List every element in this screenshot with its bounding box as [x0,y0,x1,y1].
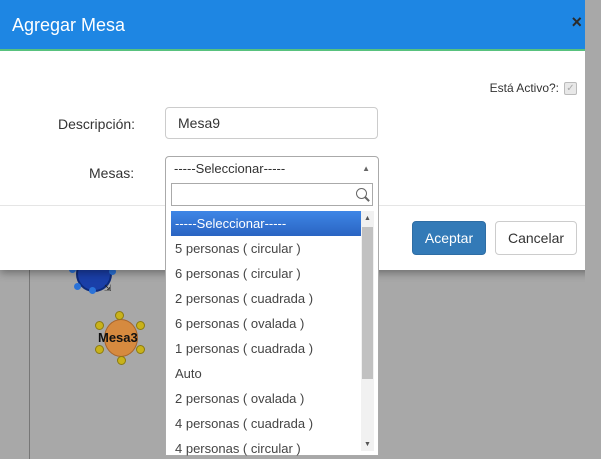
search-icon [356,188,367,199]
dropdown-options: -----Seleccionar----- 5 personas ( circu… [166,211,361,456]
chair-dot [115,311,124,320]
dropdown-option[interactable]: 6 personas ( ovalada ) [166,311,361,336]
dropdown-option[interactable]: Auto [166,361,361,386]
description-label: Descripción: [58,116,136,132]
active-checkbox[interactable]: ✓ [564,81,577,95]
chair-dot [95,345,104,354]
table-label: Mesa3 [98,330,138,345]
scrollbar-thumb[interactable] [362,227,373,379]
caret-up-icon: ▲ [362,164,370,173]
dropdown-option[interactable]: -----Seleccionar----- [171,211,361,236]
resize-handle-icon[interactable]: ⇲ [104,283,112,294]
dropdown-option[interactable]: 2 personas ( ovalada ) [166,386,361,411]
chair-dot [136,345,145,354]
scroll-up-icon[interactable]: ▲ [361,213,374,225]
modal-title: Agregar Mesa [12,15,126,35]
tables-dropdown: -----Seleccionar----- 5 personas ( circu… [165,180,379,456]
dropdown-option[interactable]: 2 personas ( cuadrada ) [166,286,361,311]
description-input[interactable]: Mesa9 [165,107,378,139]
dropdown-option[interactable]: 4 personas ( cuadrada ) [166,411,361,436]
select-value: -----Seleccionar----- [174,161,286,176]
dropdown-option[interactable]: 1 personas ( cuadrada ) [166,336,361,361]
dropdown-option[interactable]: 5 personas ( circular ) [166,236,361,261]
chair-dot [74,283,81,290]
chair-dot [95,321,104,330]
accept-button[interactable]: Aceptar [412,221,486,255]
dropdown-scrollbar[interactable]: ▲ ▼ [361,211,374,451]
description-value: Mesa9 [178,115,221,131]
modal-header: Agregar Mesa × [0,0,597,51]
tables-label: Mesas: [89,165,135,181]
cancel-button[interactable]: Cancelar [495,221,577,255]
scroll-down-icon[interactable]: ▼ [361,439,374,451]
tables-select[interactable]: -----Seleccionar----- ▲ [165,156,379,181]
page-edge [585,0,601,459]
dropdown-search-input[interactable] [171,183,373,206]
active-label: Está Activo?: [489,81,559,95]
close-icon[interactable]: × [571,12,582,33]
active-row: Está Activo?: ✓ [490,81,577,95]
canvas-divider [29,270,30,459]
dropdown-option[interactable]: 6 personas ( circular ) [166,261,361,286]
chair-dot [136,321,145,330]
chair-dot [89,287,96,294]
dropdown-option[interactable]: 4 personas ( circular ) [166,436,361,456]
chair-dot [117,356,126,365]
